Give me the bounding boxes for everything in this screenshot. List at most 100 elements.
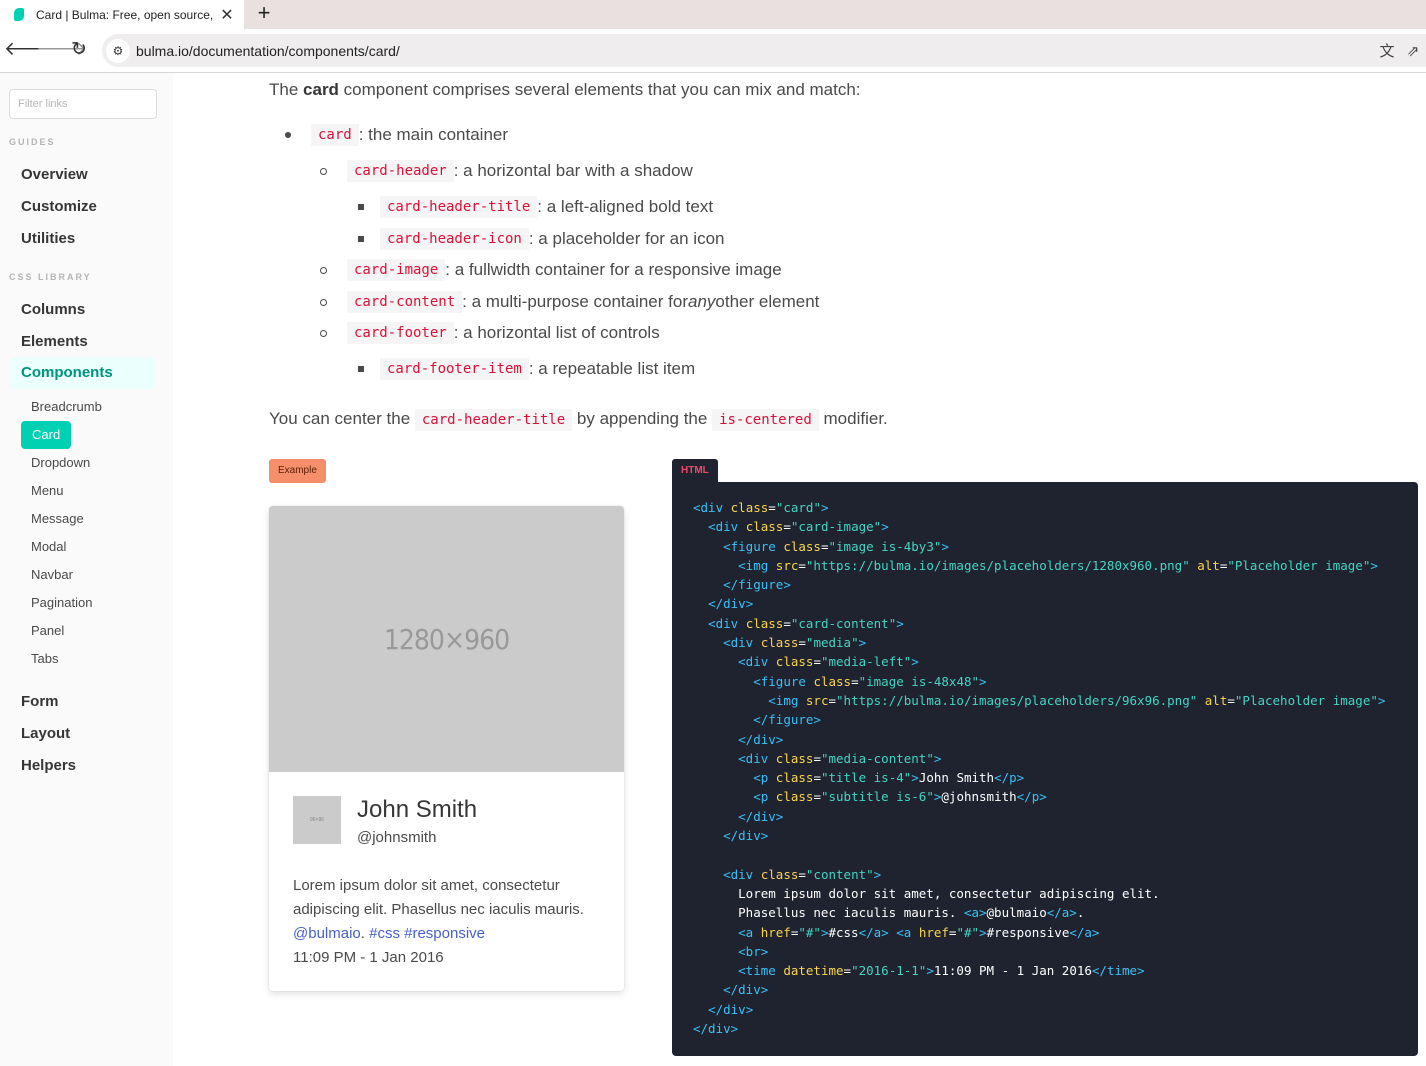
sidebar-item-customize[interactable]: Customize	[21, 198, 97, 215]
mention-link[interactable]: @bulmaio	[293, 925, 361, 942]
bullet-square-icon	[358, 204, 364, 210]
card-time: 11:09 PM - 1 Jan 2016	[293, 949, 444, 966]
note-text: by appending the	[572, 409, 713, 428]
site-settings-icon[interactable]: ⚙	[106, 38, 130, 63]
code-token: "Placeholder image"	[1234, 692, 1378, 708]
share-icon[interactable]: ⇗	[1400, 42, 1426, 60]
sidebar-item-modal[interactable]: Modal	[31, 539, 66, 554]
code-token: <figure	[753, 673, 814, 689]
sidebar-item-columns[interactable]: Columns	[21, 301, 85, 318]
sidebar-item-pagination[interactable]: Pagination	[31, 595, 92, 610]
menu-label-guides: GUIDES	[9, 137, 56, 147]
code-line: <a href="#">#css</a> <a href="#">#respon…	[693, 923, 1418, 942]
sidebar-item-elements[interactable]: Elements	[21, 333, 88, 350]
list-item: card-header-icon: a placeholder for an i…	[358, 228, 724, 250]
reload-icon[interactable]: ↻	[68, 39, 90, 61]
sidebar-item-tabs[interactable]: Tabs	[31, 651, 58, 666]
code-line: </div>	[693, 730, 1418, 749]
code-token: <br>	[738, 943, 769, 959]
example-card: 1280×960 96×96 John Smith @johnsmith Lor…	[269, 506, 624, 991]
sidebar-item-message[interactable]: Message	[31, 511, 84, 526]
code-line: <div class="content">	[693, 865, 1418, 884]
hashtag-css-link[interactable]: #css	[369, 925, 400, 942]
code-token: =	[813, 770, 821, 786]
hashtag-responsive-link[interactable]: #responsive	[404, 925, 485, 942]
code-token: class	[760, 635, 799, 651]
filter-links-input[interactable]: Filter links	[9, 89, 157, 119]
code-token: >	[820, 500, 829, 515]
inline-code: card-content	[347, 291, 463, 313]
code-line: <div class="card-content">	[693, 614, 1418, 633]
bulma-favicon-icon	[14, 8, 24, 21]
sidebar-item-components[interactable]: Components	[9, 357, 155, 389]
sidebar-item-panel[interactable]: Panel	[31, 623, 64, 638]
code-token: </div>	[723, 982, 769, 998]
list-item-text: : a left-aligned bold text	[537, 197, 714, 216]
code-token: "card-image"	[790, 519, 882, 535]
new-tab-icon[interactable]: +	[252, 2, 276, 26]
close-icon[interactable]: ✕	[216, 5, 238, 25]
sidebar-item-navbar[interactable]: Navbar	[31, 567, 73, 582]
code-token: John Smith	[918, 770, 995, 786]
list-item: card-content: a multi-purpose container …	[320, 291, 819, 313]
code-token: href	[918, 924, 949, 940]
code-token: "image is-4by3"	[828, 538, 942, 554]
code-token: 11:09 PM - 1 Jan 2016	[933, 963, 1092, 979]
code-token: >	[979, 924, 987, 940]
list-item-text: : a horizontal bar with a shadow	[453, 161, 693, 180]
forward-arrow-icon[interactable]: 🡒	[36, 39, 87, 61]
code-token: </p>	[994, 770, 1025, 786]
code-token: >	[858, 635, 867, 651]
code-token: <div	[723, 866, 761, 882]
card-image-placeholder: 1280×960	[269, 506, 624, 772]
code-line: <div class="media-content">	[693, 749, 1418, 768]
sidebar-item-utilities[interactable]: Utilities	[21, 230, 75, 247]
translate-icon[interactable]: 文	[1374, 40, 1400, 61]
code-token: "Placeholder image"	[1227, 557, 1371, 573]
card-content-text: Lorem ipsum dolor sit amet, consectetur …	[293, 877, 584, 966]
sidebar-item-menu[interactable]: Menu	[31, 483, 64, 498]
code-token: Lorem ipsum dolor sit amet, consectetur …	[693, 885, 1160, 901]
address-bar[interactable]: ⚙ bulma.io/documentation/components/card…	[102, 34, 1426, 67]
code-token: </a>	[1069, 924, 1100, 940]
code-token: </div>	[693, 1021, 739, 1037]
browser-tab[interactable]: Card | Bulma: Free, open source, ✕	[0, 0, 244, 29]
bullet-circle-icon	[320, 298, 327, 306]
code-token: "card-content"	[790, 615, 897, 631]
list-item: card-footer-item: a repeatable list item	[358, 358, 695, 380]
code-token: >	[1377, 692, 1386, 708]
code-line: <p class="subtitle is-6">@johnsmith</p>	[693, 787, 1418, 806]
list-item: card: the main container	[285, 124, 508, 146]
sidebar-item-dropdown[interactable]: Dropdown	[31, 455, 90, 470]
code-line: <time datetime="2016-1-1">11:09 PM - 1 J…	[693, 961, 1418, 980]
code-token: <div	[693, 500, 731, 515]
card-title: John Smith	[357, 796, 478, 823]
code-token: Phasellus nec iaculis mauris.	[693, 905, 964, 921]
sidebar-item-helpers[interactable]: Helpers	[21, 757, 76, 774]
sidebar-item-card[interactable]: Card	[21, 421, 72, 449]
code-line: </div>	[693, 980, 1418, 999]
code-token: "https://bulma.io/images/placeholders/96…	[836, 692, 1198, 708]
back-arrow-icon[interactable]: 🡐	[4, 39, 55, 61]
sidebar-item-form[interactable]: Form	[21, 693, 59, 710]
sidebar-item-breadcrumb[interactable]: Breadcrumb	[31, 399, 102, 414]
sidebar-item-layout[interactable]: Layout	[21, 725, 70, 742]
example-tag: Example	[269, 459, 326, 483]
avatar: 96×96	[293, 796, 341, 844]
list-item-text: : a repeatable list item	[528, 359, 696, 378]
sidebar-item-overview[interactable]: Overview	[21, 166, 88, 183]
note-text: modifier.	[818, 409, 888, 428]
code-token: =	[783, 519, 791, 535]
code-line: </div>	[693, 807, 1418, 826]
